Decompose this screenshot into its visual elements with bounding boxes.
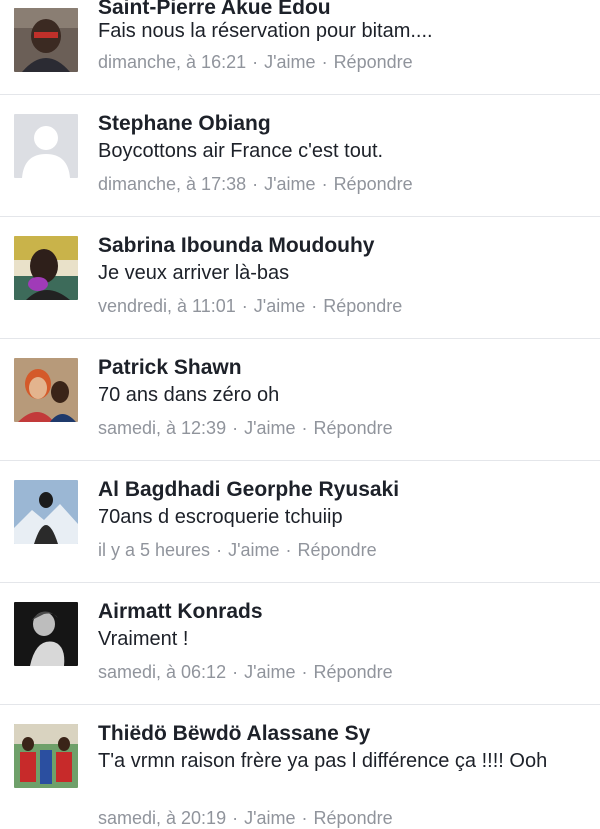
comment-author[interactable]: Sabrina Ibounda Moudouhy <box>98 234 375 258</box>
like-button[interactable]: J'aime <box>264 52 315 72</box>
comment-text: Boycottons air France c'est tout. <box>98 140 384 162</box>
separator-dot: · <box>321 52 328 72</box>
separator-dot: · <box>311 296 318 316</box>
comment-time[interactable]: samedi, à 20:19 <box>98 808 226 828</box>
comment-time[interactable]: dimanche, à 17:38 <box>98 174 246 194</box>
comment-item: Patrick Shawn 70 ans dans zéro oh samedi… <box>0 338 600 461</box>
comment-item: Thiëdö Bëwdö Alassane Sy T'a vrmn raison… <box>0 704 600 829</box>
reply-button[interactable]: Répondre <box>334 174 413 194</box>
separator-dot: · <box>301 808 308 828</box>
reply-button[interactable]: Répondre <box>314 662 393 682</box>
avatar[interactable] <box>14 236 78 300</box>
group-photo-icon <box>14 724 78 788</box>
separator-dot: · <box>232 808 239 828</box>
comment-time[interactable]: il y a 5 heures <box>98 540 210 560</box>
person-photo-icon <box>14 236 78 300</box>
comment-time[interactable]: dimanche, à 16:21 <box>98 52 246 72</box>
separator-dot: · <box>232 418 239 438</box>
comment-item: Saint-Pierre Akue Edou Fais nous la rése… <box>0 0 600 95</box>
comment-text: Vraiment ! <box>98 628 189 650</box>
comment-item: Stephane Obiang Boycottons air France c'… <box>0 94 600 217</box>
comment-author[interactable]: Patrick Shawn <box>98 356 242 380</box>
avatar[interactable] <box>14 480 78 544</box>
default-profile-icon <box>14 114 78 178</box>
avatar[interactable] <box>14 724 78 788</box>
comment-time[interactable]: samedi, à 12:39 <box>98 418 226 438</box>
comment-text: 70 ans dans zéro oh <box>98 384 280 406</box>
like-button[interactable]: J'aime <box>228 540 279 560</box>
comment-text: Je veux arriver là-bas <box>98 262 290 284</box>
person-photo-icon <box>14 8 78 72</box>
comment-author[interactable]: Saint-Pierre Akue Edou <box>98 0 331 20</box>
couple-photo-icon <box>14 358 78 422</box>
reply-button[interactable]: Répondre <box>314 808 393 828</box>
comment-meta: vendredi, à 11:01 · J'aime · Répondre <box>98 296 402 317</box>
comment-item: Airmatt Konrads Vraiment ! samedi, à 06:… <box>0 582 600 705</box>
separator-dot: · <box>232 662 239 682</box>
like-button[interactable]: J'aime <box>244 662 295 682</box>
avatar[interactable] <box>14 602 78 666</box>
comment-time[interactable]: vendredi, à 11:01 <box>98 296 236 316</box>
comment-meta: samedi, à 12:39 · J'aime · Répondre <box>98 418 393 439</box>
comment-author[interactable]: Thiëdö Bëwdö Alassane Sy <box>98 722 370 746</box>
separator-dot: · <box>301 418 308 438</box>
reply-button[interactable]: Répondre <box>298 540 377 560</box>
comment-meta: dimanche, à 17:38 · J'aime · Répondre <box>98 174 413 195</box>
separator-dot: · <box>216 540 223 560</box>
avatar[interactable] <box>14 114 78 178</box>
reply-button[interactable]: Répondre <box>334 52 413 72</box>
comment-meta: samedi, à 20:19 · J'aime · Répondre <box>98 808 393 829</box>
avatar[interactable] <box>14 8 78 72</box>
like-button[interactable]: J'aime <box>244 808 295 828</box>
comment-text: T'a vrmn raison frère ya pas l différenc… <box>98 750 548 772</box>
like-button[interactable]: J'aime <box>254 296 305 316</box>
comment-meta: samedi, à 06:12 · J'aime · Répondre <box>98 662 393 683</box>
comment-meta: il y a 5 heures · J'aime · Répondre <box>98 540 377 561</box>
comment-author[interactable]: Airmatt Konrads <box>98 600 263 624</box>
comment-item: Sabrina Ibounda Moudouhy Je veux arriver… <box>0 216 600 339</box>
comment-time[interactable]: samedi, à 06:12 <box>98 662 226 682</box>
like-button[interactable]: J'aime <box>244 418 295 438</box>
bw-portrait-icon <box>14 602 78 666</box>
reply-button[interactable]: Répondre <box>314 418 393 438</box>
separator-dot: · <box>301 662 308 682</box>
separator-dot: · <box>285 540 292 560</box>
comment-text: 70ans d escroquerie tchuiip <box>98 506 343 528</box>
separator-dot: · <box>241 296 248 316</box>
comment-item: Al Bagdhadi Georphe Ryusaki 70ans d escr… <box>0 460 600 583</box>
comment-meta: dimanche, à 16:21 · J'aime · Répondre <box>98 52 413 73</box>
separator-dot: · <box>252 174 259 194</box>
like-button[interactable]: J'aime <box>264 174 315 194</box>
comment-author[interactable]: Stephane Obiang <box>98 112 271 136</box>
comment-text: Fais nous la réservation pour bitam.... <box>98 20 433 42</box>
separator-dot: · <box>321 174 328 194</box>
reply-button[interactable]: Répondre <box>323 296 402 316</box>
comment-author[interactable]: Al Bagdhadi Georphe Ryusaki <box>98 478 399 502</box>
separator-dot: · <box>252 52 259 72</box>
mountain-photo-icon <box>14 480 78 544</box>
avatar[interactable] <box>14 358 78 422</box>
